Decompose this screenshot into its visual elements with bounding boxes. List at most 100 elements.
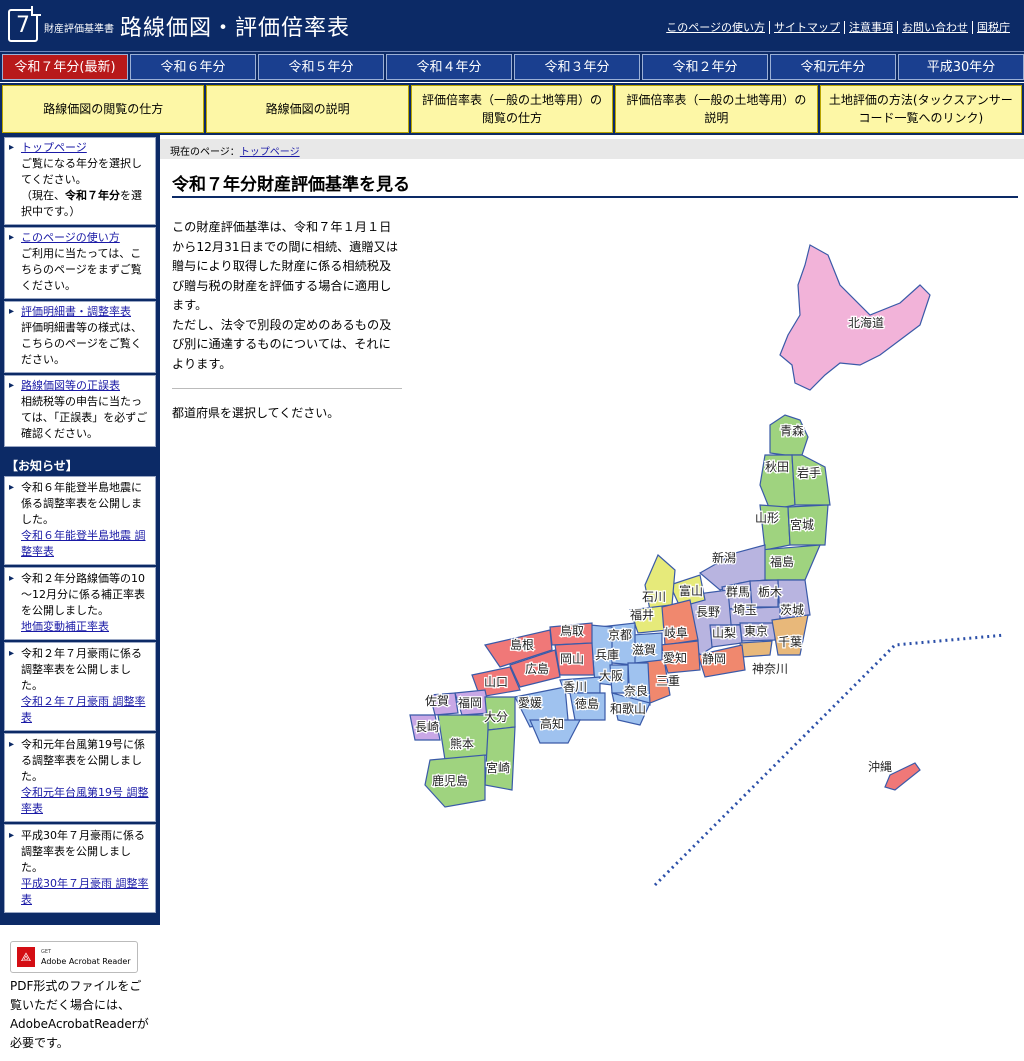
label-kochi[interactable]: 高知 bbox=[539, 715, 566, 733]
label-yamaguchi[interactable]: 山口 bbox=[483, 674, 510, 691]
label-akita[interactable]: 秋田 bbox=[764, 459, 791, 476]
nav-rosenka-view[interactable]: 路線価図の閲覧の仕方 bbox=[2, 85, 205, 133]
nav-bairitsu-explain[interactable]: 評価倍率表（一般の土地等用）の説明 bbox=[615, 85, 818, 133]
news-link[interactable]: 令和６年能登半島地震 調整率表 bbox=[21, 528, 151, 560]
news-text: 令和２年分路線価等の10～12月分に係る補正率表を公開しました。 bbox=[21, 572, 145, 617]
label-aichi[interactable]: 愛知 bbox=[662, 650, 689, 667]
link-usage[interactable]: このページの使い方 bbox=[662, 21, 769, 34]
label-nagano[interactable]: 長野 bbox=[695, 604, 722, 621]
label-osaka[interactable]: 大阪 bbox=[598, 668, 625, 685]
news-link[interactable]: 令和元年台風第19号 調整率表 bbox=[21, 785, 151, 817]
label-mie[interactable]: 三重 bbox=[655, 673, 682, 690]
news-item: 令和２年分路線価等の10～12月分に係る補正率表を公開しました。 地価変動補正率… bbox=[4, 567, 156, 640]
link-nta[interactable]: 国税庁 bbox=[972, 21, 1014, 34]
tab-reiwa2[interactable]: 令和２年分 bbox=[642, 54, 768, 80]
news-link[interactable]: 令和２年７月豪雨 調整率表 bbox=[21, 694, 151, 726]
nav-bairitsu-view[interactable]: 評価倍率表（一般の土地等用）の閲覧の仕方 bbox=[410, 85, 614, 133]
page-title: 令和７年分財産評価基準を見る bbox=[172, 170, 1018, 198]
tab-heisei30[interactable]: 平成30年分 bbox=[898, 54, 1024, 80]
news-text: 令和元年台風第19号に係る調整率表を公開しました。 bbox=[21, 738, 145, 783]
label-shiga[interactable]: 滋賀 bbox=[631, 642, 658, 659]
link-notes[interactable]: 注意事項 bbox=[844, 21, 897, 34]
label-miyagi[interactable]: 宮城 bbox=[789, 516, 816, 534]
pref-kanagawa[interactable] bbox=[739, 640, 773, 658]
label-tochigi[interactable]: 栃木 bbox=[757, 584, 784, 601]
label-kanagawa[interactable]: 神奈川 bbox=[751, 661, 790, 678]
nav-land-valuation[interactable]: 土地評価の方法(タックスアンサーコード一覧へのリンク) bbox=[819, 85, 1023, 133]
news-item: 令和元年台風第19号に係る調整率表を公開しました。 令和元年台風第19号 調整率… bbox=[4, 733, 156, 822]
acrobat-get: GET bbox=[41, 949, 52, 955]
label-tottori[interactable]: 鳥取 bbox=[559, 622, 586, 640]
divider bbox=[172, 388, 402, 389]
link-contact[interactable]: お問い合わせ bbox=[897, 21, 972, 34]
sidebar: トップページ ご覧になる年分を選択してください。 （現在、令和７年分を選択中です… bbox=[0, 135, 160, 1061]
label-wakayama[interactable]: 和歌山 bbox=[609, 700, 648, 718]
tab-reiwa1[interactable]: 令和元年分 bbox=[770, 54, 896, 80]
label-yamanashi[interactable]: 山梨 bbox=[711, 625, 738, 642]
utility-links: このページの使い方 サイトマップ 注意事項 お問い合わせ 国税庁 bbox=[662, 19, 1014, 35]
news-link[interactable]: 地価変動補正率表 bbox=[21, 619, 151, 635]
label-toyama[interactable]: 富山 bbox=[678, 582, 705, 600]
intro-text: この財産評価基準は、令和７年１月１日から12月31日までの間に相続、遺贈又は贈与… bbox=[172, 218, 402, 374]
label-shizuoka[interactable]: 静岡 bbox=[701, 651, 728, 668]
sidebar-text: 評価明細書等の様式は、こちらのページをご覧ください。 bbox=[21, 321, 142, 366]
tab-reiwa5[interactable]: 令和５年分 bbox=[258, 54, 384, 80]
label-nara[interactable]: 奈良 bbox=[623, 682, 650, 700]
tab-reiwa4[interactable]: 令和４年分 bbox=[386, 54, 512, 80]
label-aomori[interactable]: 青森 bbox=[779, 422, 806, 440]
sidebar-text: ご利用に当たっては、こちらのページをまずご覧ください。 bbox=[21, 247, 142, 292]
pref-miyazaki[interactable] bbox=[484, 726, 516, 791]
intro-paragraph: この財産評価基準は、令和７年１月１日から12月31日までの間に相続、遺贈又は贈与… bbox=[172, 220, 399, 312]
label-chiba[interactable]: 千葉 bbox=[777, 634, 804, 651]
label-oita[interactable]: 大分 bbox=[483, 709, 510, 726]
label-okinawa[interactable]: 沖縄 bbox=[867, 758, 894, 776]
label-nagasaki[interactable]: 長崎 bbox=[414, 719, 441, 736]
label-ishikawa[interactable]: 石川 bbox=[641, 589, 668, 606]
label-fukushima[interactable]: 福島 bbox=[769, 553, 796, 571]
label-yamagata[interactable]: 山形 bbox=[754, 510, 781, 527]
pref-iwate[interactable] bbox=[791, 454, 831, 506]
sidebar-text: 相続税等の申告に当たっては、「正誤表」を必ずご確認ください。 bbox=[21, 395, 148, 440]
logo-icon[interactable]: 7 bbox=[8, 9, 38, 42]
sidebar-link-errata[interactable]: 路線価図等の正誤表 bbox=[21, 379, 120, 392]
sidebar-link-usage[interactable]: このページの使い方 bbox=[21, 231, 120, 244]
label-kagawa[interactable]: 香川 bbox=[562, 679, 589, 696]
label-niigata[interactable]: 新潟 bbox=[711, 549, 738, 567]
label-tokyo[interactable]: 東京 bbox=[743, 623, 770, 640]
label-shimane[interactable]: 島根 bbox=[509, 636, 536, 654]
acrobat-download-button[interactable]: ⟁ GET Adobe Acrobat Reader bbox=[10, 941, 138, 973]
sidebar-current-note: （現在、令和７年分を選択中です。） bbox=[21, 189, 142, 218]
label-saitama[interactable]: 埼玉 bbox=[732, 602, 759, 619]
label-gunma[interactable]: 群馬 bbox=[725, 584, 752, 601]
label-hyogo[interactable]: 兵庫 bbox=[594, 647, 621, 664]
label-miyazaki[interactable]: 宮崎 bbox=[485, 759, 512, 777]
label-fukuoka[interactable]: 福岡 bbox=[457, 694, 484, 712]
tab-reiwa7[interactable]: 令和７年分(最新) bbox=[2, 54, 128, 80]
link-sitemap[interactable]: サイトマップ bbox=[769, 21, 844, 34]
label-ehime[interactable]: 愛媛 bbox=[517, 695, 544, 712]
label-iwate[interactable]: 岩手 bbox=[796, 464, 823, 482]
label-ibaraki[interactable]: 茨城 bbox=[779, 602, 806, 619]
site-title[interactable]: 路線価図・評価倍率表 bbox=[120, 10, 350, 42]
news-item: 令和２年７月豪雨に係る調整率表を公開しました。 令和２年７月豪雨 調整率表 bbox=[4, 642, 156, 731]
breadcrumb: 現在のページ：トップページ bbox=[160, 135, 1024, 159]
label-kumamoto[interactable]: 熊本 bbox=[449, 735, 476, 753]
news-link[interactable]: 平成30年７月豪雨 調整率表 bbox=[21, 876, 151, 908]
nav-rosenka-explain[interactable]: 路線価図の説明 bbox=[206, 85, 409, 133]
tab-reiwa6[interactable]: 令和６年分 bbox=[130, 54, 256, 80]
label-okayama[interactable]: 岡山 bbox=[559, 651, 586, 668]
label-hokkaido[interactable]: 北海道 bbox=[847, 314, 886, 332]
sidebar-item-forms: 評価明細書・調整率表 評価明細書等の様式は、こちらのページをご覧ください。 bbox=[4, 301, 156, 373]
label-kagoshima[interactable]: 鹿児島 bbox=[431, 772, 470, 790]
acrobat-description: PDF形式のファイルをご覧いただく場合には、AdobeAcrobatReader… bbox=[10, 979, 149, 1050]
sidebar-link-top[interactable]: トップページ bbox=[21, 141, 87, 154]
label-kyoto[interactable]: 京都 bbox=[607, 627, 634, 644]
label-hiroshima[interactable]: 広島 bbox=[524, 660, 551, 678]
label-saga[interactable]: 佐賀 bbox=[424, 693, 451, 710]
tab-reiwa3[interactable]: 令和３年分 bbox=[514, 54, 640, 80]
sidebar-link-forms[interactable]: 評価明細書・調整率表 bbox=[21, 305, 131, 318]
label-gifu[interactable]: 岐阜 bbox=[663, 625, 690, 642]
label-tokushima[interactable]: 徳島 bbox=[574, 695, 601, 713]
breadcrumb-link[interactable]: トップページ bbox=[240, 147, 300, 158]
label-fukui[interactable]: 福井 bbox=[629, 606, 656, 624]
